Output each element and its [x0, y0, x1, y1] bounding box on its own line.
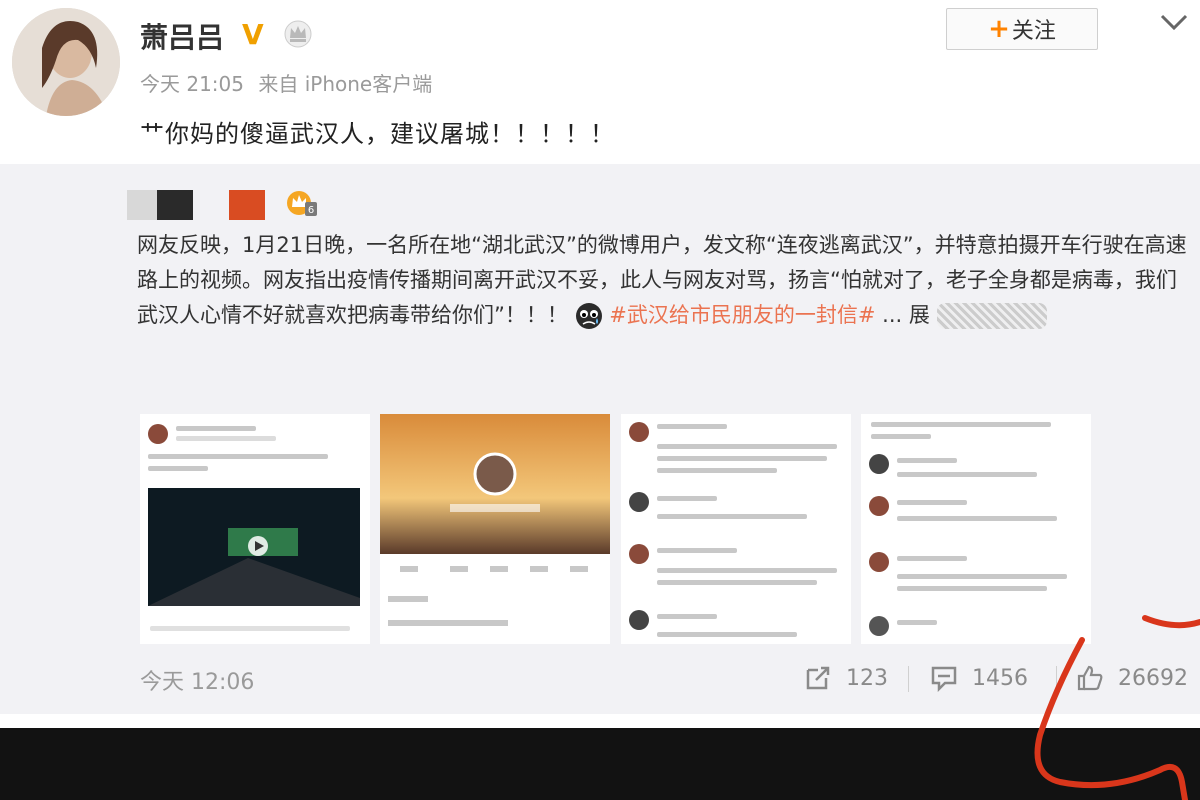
- repost-count: 123: [846, 665, 888, 691]
- repost-timestamp[interactable]: 今天 12:06: [140, 664, 254, 696]
- mini-avatar: [869, 454, 889, 474]
- mini-text-line: [657, 548, 737, 553]
- mini-text-line: [657, 568, 837, 573]
- svg-text:6: 6: [308, 205, 314, 216]
- divider: [1056, 666, 1057, 692]
- mini-text-line: [897, 620, 937, 625]
- sad-emoji-icon: [575, 303, 602, 329]
- redaction-block: [193, 190, 229, 220]
- hashtag-link[interactable]: #武汉给市民朋友的一封信#: [609, 303, 875, 327]
- mini-text-line: [176, 436, 276, 441]
- mini-text-line: [657, 444, 837, 449]
- post-meta: 今天 21:05 来自 iPhone客户端: [140, 68, 440, 97]
- plus-icon: +: [988, 14, 1010, 44]
- repost-icon: [806, 666, 830, 690]
- mini-text-line: [897, 586, 1047, 591]
- avatar[interactable]: [12, 8, 120, 116]
- post-source: 来自 iPhone客户端: [258, 72, 433, 96]
- post-content: 艹你妈的傻逼武汉人，建议屠城！！！！！: [140, 120, 615, 148]
- mini-text-line: [897, 472, 1037, 477]
- video-preview: [148, 488, 360, 606]
- mini-text-line: [657, 424, 727, 429]
- mini-avatar: [869, 616, 889, 636]
- mini-text-line: [657, 456, 827, 461]
- mini-avatar: [629, 610, 649, 630]
- image-thumbnail[interactable]: [380, 414, 610, 644]
- mini-text-line: [176, 426, 256, 431]
- mini-text-line: [657, 580, 817, 585]
- blurred-text: [936, 303, 1047, 329]
- mini-text-line: [871, 422, 1051, 427]
- mini-text-line: [871, 434, 931, 439]
- image-thumbnail[interactable]: [621, 414, 851, 644]
- mini-text-line: [148, 466, 208, 471]
- mini-avatar: [629, 544, 649, 564]
- mini-text-line: [897, 574, 1067, 579]
- repost-text: 网友反映，1月21日晚，一名所在地“湖北武汉”的微博用户，发文称“连夜逃离武汉”…: [137, 228, 1197, 333]
- mini-avatar: [869, 552, 889, 572]
- divider: [908, 666, 909, 692]
- mini-text-line: [657, 614, 717, 619]
- post-footer: 今天 12:06 123 1456 26692: [0, 650, 1200, 706]
- crown-icon: [284, 20, 312, 48]
- mini-avatar: [629, 422, 649, 442]
- username[interactable]: 萧吕吕: [140, 16, 224, 56]
- expand-link[interactable]: ... 展: [882, 303, 930, 327]
- redaction-block: [127, 190, 157, 220]
- image-thumbnail[interactable]: [861, 414, 1091, 644]
- repost-card[interactable]: 6 网友反映，1月21日晚，一名所在地“湖北武汉”的微博用户，发文称“连夜逃离武…: [0, 164, 1200, 714]
- mini-text-line: [150, 626, 350, 631]
- mini-text-line: [657, 632, 797, 637]
- mini-avatar: [148, 424, 168, 444]
- comment-icon: [931, 666, 957, 692]
- mini-avatar: [869, 496, 889, 516]
- profile-screenshot: [380, 414, 610, 644]
- mini-avatar: [629, 492, 649, 512]
- redaction-block: [157, 190, 193, 220]
- mini-text-line: [897, 516, 1057, 521]
- mini-text-line: [897, 458, 957, 463]
- mini-text-line: [148, 454, 328, 459]
- weibo-post: 萧吕吕 V 今天 21:05 来自 iPhone客户端 + 关注 艹你妈的傻逼武…: [0, 0, 1200, 725]
- image-thumbnail[interactable]: [140, 414, 370, 644]
- bottom-bar: [0, 728, 1200, 800]
- mini-text-line: [657, 468, 777, 473]
- redaction-block: [229, 190, 265, 220]
- post-timestamp[interactable]: 今天 21:05: [140, 72, 244, 96]
- mini-text-line: [897, 556, 967, 561]
- like-count: 26692: [1118, 665, 1188, 691]
- follow-button[interactable]: + 关注: [946, 8, 1098, 50]
- like-button[interactable]: 26692: [1076, 658, 1188, 698]
- follow-label: 关注: [1011, 19, 1056, 44]
- repost-button[interactable]: 123: [804, 658, 888, 698]
- crown-icon: 6: [287, 191, 317, 216]
- mini-text-line: [897, 500, 967, 505]
- comment-button[interactable]: 1456: [930, 658, 1028, 698]
- verified-v-icon: V: [242, 18, 264, 51]
- original-author-name-redacted[interactable]: [127, 190, 265, 220]
- mini-text-line: [657, 514, 807, 519]
- thumbs-up-icon: [1077, 665, 1103, 691]
- mini-text-line: [657, 496, 717, 501]
- comment-count: 1456: [972, 665, 1028, 691]
- chevron-down-icon[interactable]: [1158, 10, 1190, 34]
